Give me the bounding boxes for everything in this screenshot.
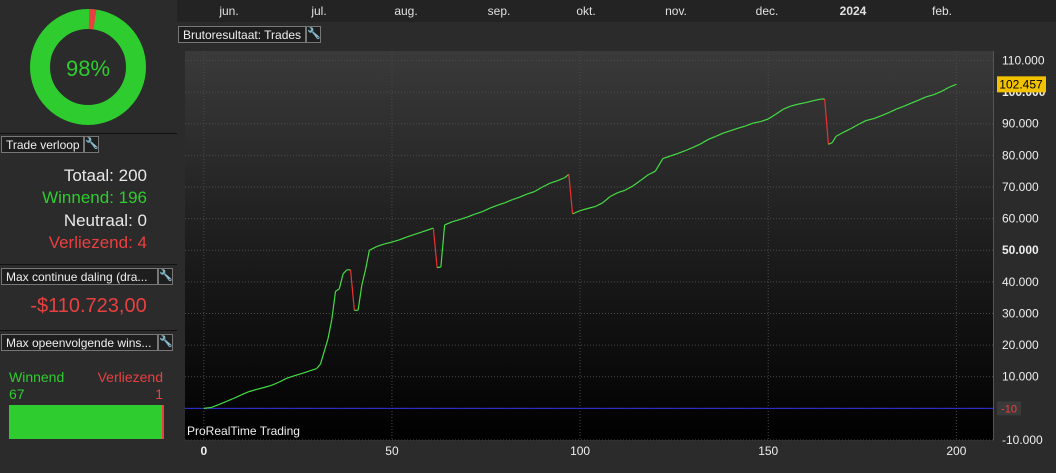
x-tick-label: 200	[946, 444, 966, 458]
x-tick-label: 100	[570, 444, 590, 458]
stat-winning: Winnend: 196	[42, 188, 147, 208]
wrench-icon[interactable]: 🔧	[84, 136, 99, 153]
month-label: sep.	[488, 4, 511, 18]
trade-history-title: Trade verloop	[1, 136, 84, 153]
month-label: nov.	[665, 4, 687, 18]
max-consecutive-title: Max opeenvolgende wins...	[1, 334, 158, 351]
y-tick-label: 40.000	[1002, 275, 1039, 289]
y-tick-label: 10.000	[1002, 370, 1039, 384]
x-tick-label: 0	[200, 444, 207, 458]
win-ratio-donut: 98%	[28, 7, 148, 127]
consec-loss-label: Verliezend	[98, 369, 163, 385]
month-label: jul.	[311, 4, 326, 18]
donut-percent-label: 98%	[66, 56, 110, 81]
timeline-axis: jun. jul. aug. sep. okt. nov. dec. 2024 …	[177, 0, 1056, 22]
y-tick-label: 110.000	[1002, 53, 1045, 67]
y-tick-label: 70.000	[1002, 180, 1039, 194]
month-label: dec.	[756, 4, 779, 18]
month-label: jun.	[219, 4, 238, 18]
stat-losing: Verliezend: 4	[49, 233, 147, 253]
watermark: ProRealTime Trading	[187, 424, 300, 438]
wrench-icon[interactable]: 🔧	[306, 26, 321, 43]
month-label: feb.	[932, 4, 952, 18]
month-label: 2024	[840, 4, 867, 18]
consec-win-label: Winnend	[9, 369, 64, 385]
equity-chart-panel: -10.000 10.000 20.000 30.000 40.000 50.000 60.…	[177, 24, 1056, 468]
equity-curve-chart: -10.000 10.000 20.000 30.000 40.000 50.000 60.…	[177, 24, 1056, 468]
y-tick-label: 50.000	[1002, 243, 1039, 257]
chart-title-tab[interactable]: Brutoresultaat: Trades	[178, 26, 306, 43]
plot-area	[185, 51, 994, 440]
month-label: okt.	[576, 4, 595, 18]
consec-win-value: 67	[9, 386, 25, 402]
x-tick-label: 150	[758, 444, 778, 458]
stat-total: Totaal: 200	[64, 166, 147, 186]
month-label: aug.	[394, 4, 417, 18]
stat-neutral: Neutraal: 0	[64, 211, 147, 231]
y-tick-label: 60.000	[1002, 212, 1039, 226]
y-tick-label: 30.000	[1002, 306, 1039, 320]
max-drawdown-title: Max continue daling (dra...	[1, 268, 158, 285]
stats-sidebar: 98% Trade verloop 🔧 Totaal: 200 Winnend:…	[0, 0, 177, 468]
equity-segment	[437, 267, 441, 268]
x-tick-label: 50	[385, 444, 399, 458]
wrench-icon[interactable]: 🔧	[158, 268, 173, 285]
y-tick-label: -10.000	[1002, 433, 1043, 447]
max-drawdown-value: -$110.723,00	[0, 295, 177, 318]
y-tick-label: 80.000	[1002, 148, 1039, 162]
wrench-icon[interactable]: 🔧	[158, 334, 173, 351]
last-value-label: 102.457	[999, 77, 1043, 91]
consec-loss-value: 1	[155, 386, 163, 402]
consec-ratio-bar	[9, 405, 164, 439]
y-tick-label: 20.000	[1002, 338, 1039, 352]
consec-win-fill	[9, 405, 162, 439]
y-tick-label: 90.000	[1002, 117, 1039, 131]
baseline-value-label: -10	[1001, 403, 1017, 415]
